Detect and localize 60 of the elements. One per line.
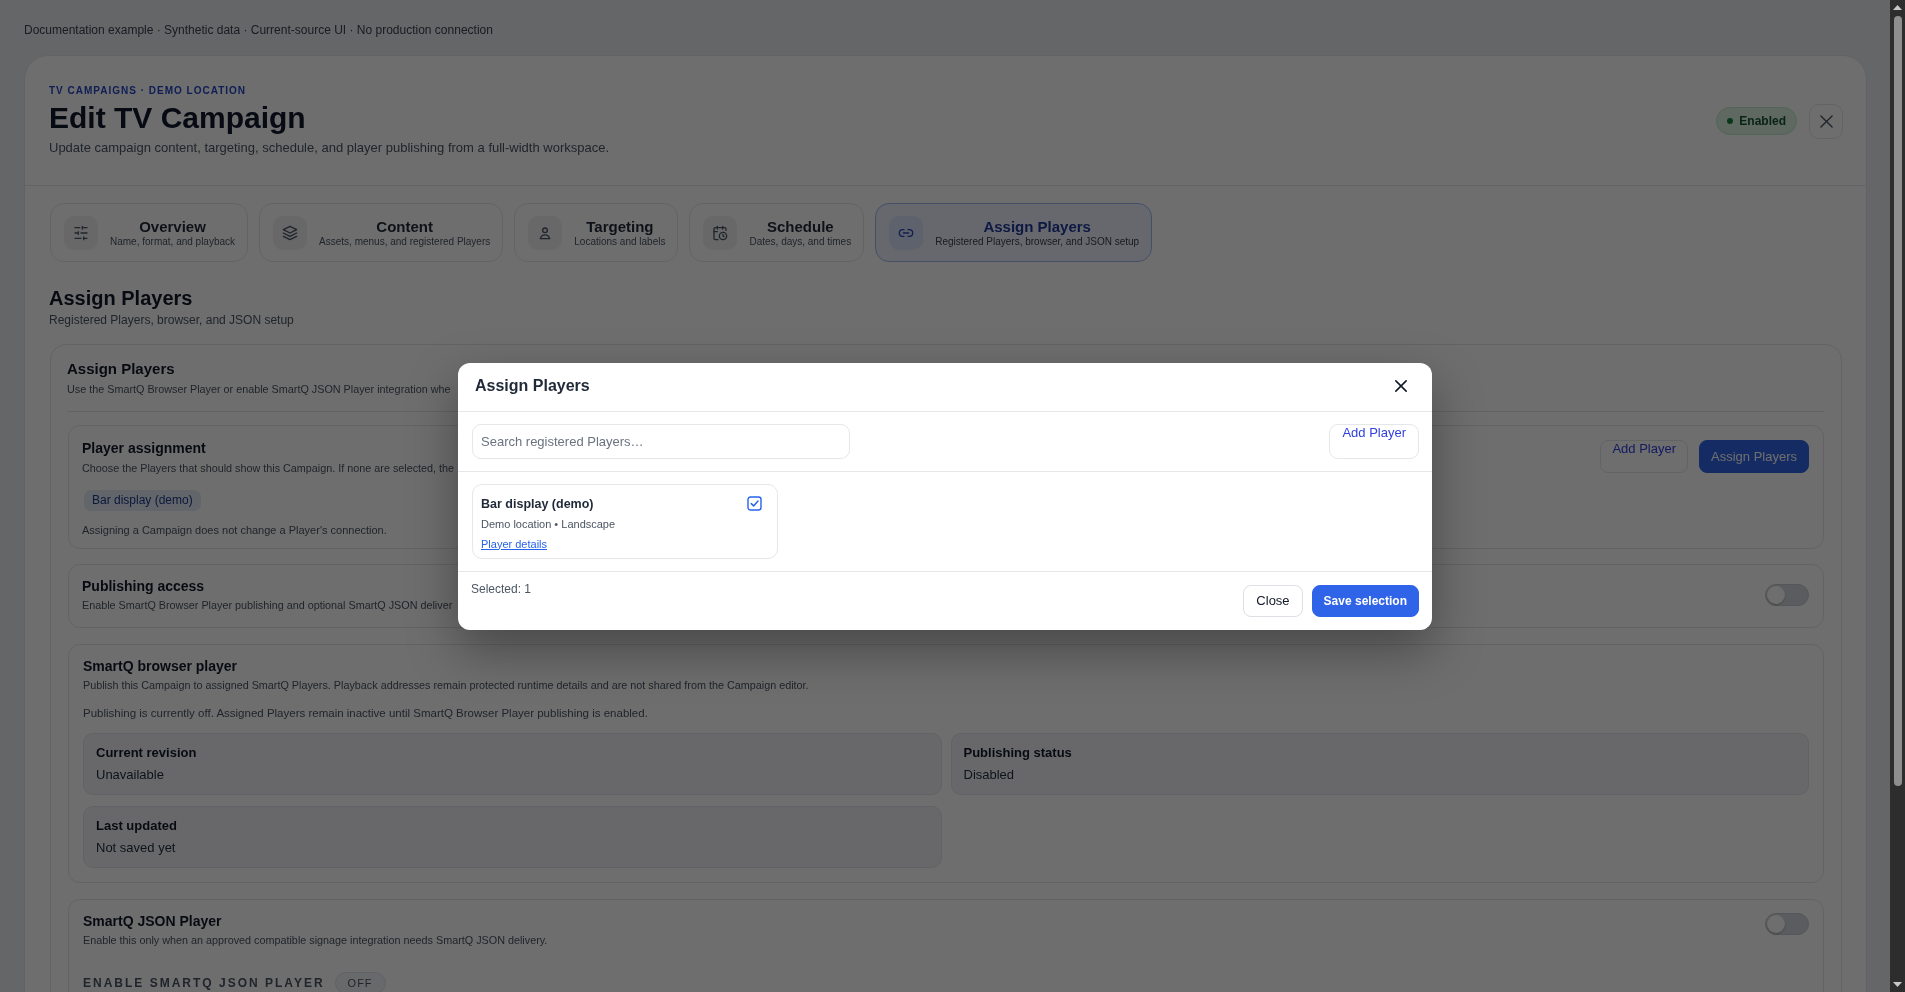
- scrollbar-thumb[interactable]: [1893, 16, 1902, 786]
- save-selection-button[interactable]: Save selection: [1311, 584, 1419, 617]
- tab[interactable]: Schedule Dates, days, and times: [689, 203, 865, 262]
- layers-icon: [273, 215, 308, 250]
- page-subtitle: Update campaign content, targeting, schedule, and player publishing from a full-width workspace.: [49, 139, 610, 157]
- close-icon: [1819, 114, 1833, 128]
- card-title: Player assignment: [82, 439, 206, 457]
- tab[interactable]: Targeting Locations and labels: [514, 203, 679, 262]
- player-chip: Bar display (demo): [84, 490, 201, 511]
- status-text: Publishing is currently off. Assigned Players remain inactive until SmartQ Browser Player publishing is enabled.: [83, 706, 648, 721]
- person-icon: [528, 215, 563, 250]
- card-title: Publishing access: [82, 577, 205, 595]
- info-value: Not saved yet: [96, 840, 176, 856]
- toggle-switch[interactable]: [1765, 583, 1809, 606]
- section-title: Assign Players: [49, 286, 193, 310]
- section-subtitle: Registered Players, browser, and JSON setup: [49, 312, 294, 328]
- add-player-button[interactable]: Add Player: [1329, 423, 1419, 459]
- status-label: Enabled: [1739, 114, 1786, 128]
- card-note: Assigning a Campaign does not change a Player's connection.: [82, 523, 387, 537]
- tab[interactable]: Assign Players Registered Players, browser, and JSON setup: [875, 203, 1153, 262]
- panel-title: Assign Players: [67, 360, 175, 378]
- checkbox[interactable]: [747, 495, 762, 511]
- info-label: Last updated: [96, 818, 177, 834]
- scroll-up-arrow-icon[interactable]: [1893, 5, 1902, 10]
- tab[interactable]: Content Assets, menus, and registered Players: [259, 203, 504, 262]
- card-description: Publish this Campaign to assigned SmartQ Players. Playback addresses remain protected runtime details and are not shared from the Campaign editor.: [83, 678, 809, 692]
- state-badge: OFF: [334, 972, 386, 992]
- player-meta: Demo location • Landscape: [481, 516, 616, 531]
- scrollbar[interactable]: [1890, 0, 1905, 992]
- close-icon: [1395, 379, 1407, 392]
- panel-description: Use the SmartQ Browser Player or enable SmartQ JSON Player integration whe: [67, 382, 451, 396]
- info-label: Publishing status: [963, 745, 1072, 761]
- card-description: Enable this only when an approved compatible signage integration needs SmartQ JSON delivery.: [83, 933, 548, 947]
- player-name: Bar display (demo): [481, 495, 594, 512]
- field-label: ENABLE SMARTQ JSON PLAYER: [83, 975, 325, 991]
- dialog-title: Assign Players: [475, 375, 590, 396]
- search-field[interactable]: Search registered Players…: [472, 423, 850, 459]
- assign-players-button[interactable]: Assign Players: [1699, 440, 1809, 473]
- close-button[interactable]: Close: [1243, 584, 1303, 617]
- calendar-clock-icon: [703, 215, 738, 250]
- player-details-link[interactable]: Player details: [481, 536, 548, 551]
- info-value: Unavailable: [96, 767, 164, 783]
- card-title: SmartQ JSON Player: [83, 912, 222, 930]
- card-title: SmartQ browser player: [83, 657, 238, 675]
- selected-count: Selected: 1: [471, 580, 532, 597]
- add-player-button[interactable]: Add Player: [1600, 440, 1688, 473]
- card-description: Enable SmartQ Browser Player publishing and optional SmartQ JSON deliver: [82, 598, 453, 612]
- info-label: Current revision: [96, 745, 197, 761]
- demo-notice: Documentation example · Synthetic data · Current-source UI · No production connection: [24, 22, 493, 38]
- player-card[interactable]: Bar display (demo) Demo location • Landscape Player details: [472, 483, 778, 559]
- card-description: Choose the Players that should show this Campaign. If none are selected, the: [82, 461, 455, 475]
- tab[interactable]: Overview Name, format, and playback: [50, 203, 249, 262]
- toggle-switch[interactable]: [1765, 913, 1809, 935]
- link-icon: [889, 215, 924, 250]
- scroll-down-arrow-icon[interactable]: [1893, 982, 1902, 987]
- info-value: Disabled: [963, 767, 1015, 783]
- sliders-icon: [64, 215, 98, 250]
- page-title: Edit TV Campaign: [49, 100, 306, 136]
- breadcrumb: TV CAMPAIGNS · DEMO LOCATION: [49, 85, 247, 97]
- status-dot-icon: [1727, 118, 1734, 124]
